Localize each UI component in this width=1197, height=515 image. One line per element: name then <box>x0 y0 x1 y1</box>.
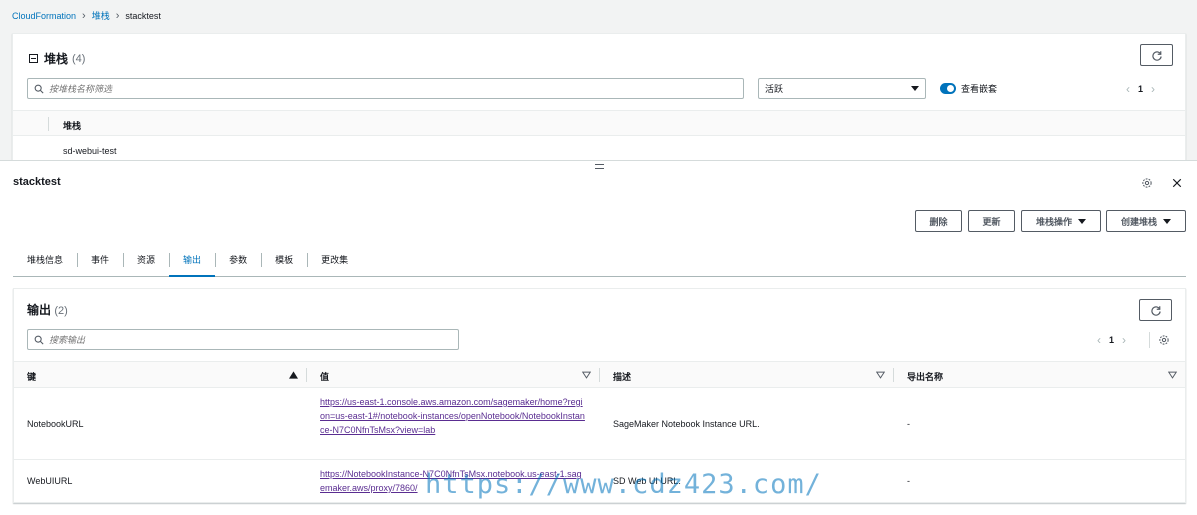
pager-divider <box>1149 332 1150 348</box>
column-header-description[interactable]: 描述 <box>613 370 631 383</box>
stacks-page-number[interactable]: 1 <box>1138 84 1143 94</box>
refresh-outputs-button[interactable] <box>1139 299 1172 321</box>
stacks-search-input[interactable] <box>49 83 688 94</box>
output-export-name: - <box>907 476 910 486</box>
tab-parameters[interactable]: 参数 <box>215 243 261 276</box>
tab-events[interactable]: 事件 <box>77 243 123 276</box>
tab-change-sets[interactable]: 更改集 <box>307 243 362 276</box>
chevron-right-icon: › <box>82 9 86 22</box>
tab-template[interactable]: 模板 <box>261 243 307 276</box>
caret-down-icon <box>1163 218 1171 224</box>
search-icon <box>34 84 44 94</box>
caret-down-icon <box>911 86 919 91</box>
output-key: NotebookURL <box>27 419 84 429</box>
stack-status-select[interactable]: 活跃 <box>758 78 926 99</box>
tab-stack-info[interactable]: 堆栈信息 <box>13 243 77 276</box>
output-key: WebUIURL <box>27 476 73 486</box>
breadcrumb-stacks[interactable]: 堆栈 <box>92 9 110 22</box>
stack-status-value: 活跃 <box>765 84 784 94</box>
stack-detail-title: stacktest <box>13 176 61 188</box>
update-button[interactable]: 更新 <box>968 210 1015 232</box>
sort-icon[interactable] <box>876 371 885 379</box>
output-description: SageMaker Notebook Instance URL. <box>613 419 760 429</box>
outputs-count: (2) <box>54 305 68 317</box>
column-header-value[interactable]: 值 <box>320 370 329 383</box>
table-row: NotebookURL https://us-east-1.console.aw… <box>14 388 1185 460</box>
stack-detail-pane: stacktest 删除 更新 堆栈操作 创建堆栈 堆栈信息 事件 资源 输出 … <box>0 160 1197 515</box>
sort-icon[interactable] <box>582 371 591 379</box>
column-divider <box>893 368 894 382</box>
chevron-right-icon[interactable]: › <box>1151 82 1155 96</box>
collapse-icon[interactable] <box>29 54 38 63</box>
stacks-header: 堆栈 (4) <box>29 50 85 67</box>
chevron-left-icon[interactable]: ‹ <box>1126 82 1130 96</box>
stacks-title: 堆栈 <box>44 52 69 66</box>
stack-actions-button[interactable]: 堆栈操作 <box>1021 210 1101 232</box>
breadcrumb: CloudFormation › 堆栈 › stacktest <box>12 9 161 22</box>
nested-toggle-label: 查看嵌套 <box>961 84 998 94</box>
output-value-link[interactable]: https://us-east-1.console.aws.amazon.com… <box>320 395 585 437</box>
close-icon[interactable] <box>1171 177 1183 189</box>
caret-down-icon <box>1078 218 1086 224</box>
column-header-export-name[interactable]: 导出名称 <box>907 370 943 383</box>
chevron-right-icon[interactable]: › <box>1122 333 1126 347</box>
stacks-panel: 堆栈 (4) 活跃 查看嵌套 ‹ 1 › 堆栈 sd-webui-test <box>12 33 1186 173</box>
drag-handle-icon[interactable] <box>595 164 604 169</box>
outputs-table-header: 键 值 描述 导出名称 <box>14 361 1185 388</box>
outputs-pagination: ‹ 1 › <box>1089 333 1134 347</box>
outputs-search-input[interactable] <box>49 334 431 345</box>
stacks-table-header: 堆栈 <box>13 110 1185 136</box>
stacks-count: (4) <box>72 52 86 65</box>
chevron-left-icon[interactable]: ‹ <box>1097 333 1101 347</box>
search-icon <box>34 335 44 345</box>
breadcrumb-current: stacktest <box>125 10 161 21</box>
column-divider <box>48 117 49 131</box>
stacks-list-area: CloudFormation › 堆栈 › stacktest 堆栈 (4) 活… <box>0 0 1197 173</box>
outputs-title: 输出 (2) <box>27 301 68 318</box>
stack-detail-tabs: 堆栈信息 事件 资源 输出 参数 模板 更改集 <box>13 243 1186 277</box>
stacks-column-header[interactable]: 堆栈 <box>63 119 81 132</box>
watermark: https://www.cdz423.com/ <box>425 469 822 500</box>
column-divider <box>599 368 600 382</box>
stacks-pagination: ‹ 1 › <box>1118 82 1163 96</box>
output-export-name: - <box>907 419 910 429</box>
stack-actions-label: 堆栈操作 <box>1035 216 1072 227</box>
nested-toggle[interactable]: 查看嵌套 <box>940 82 997 95</box>
table-row[interactable]: sd-webui-test <box>63 146 117 156</box>
outputs-search-field[interactable] <box>27 329 459 350</box>
outputs-page-number[interactable]: 1 <box>1109 335 1114 345</box>
chevron-right-icon: › <box>115 9 120 22</box>
outputs-title-text: 输出 <box>27 303 52 317</box>
delete-button[interactable]: 删除 <box>915 210 962 232</box>
column-divider <box>306 368 307 382</box>
refresh-icon <box>1150 306 1161 316</box>
sort-ascending-icon[interactable] <box>289 371 298 379</box>
toggle-switch[interactable] <box>940 83 956 94</box>
gear-icon[interactable] <box>1158 334 1170 346</box>
refresh-stacks-button[interactable] <box>1140 44 1173 66</box>
breadcrumb-cloudformation[interactable]: CloudFormation <box>12 11 76 21</box>
sort-icon[interactable] <box>1168 371 1177 379</box>
tab-outputs[interactable]: 输出 <box>169 243 216 277</box>
create-stack-label: 创建堆栈 <box>1120 216 1157 227</box>
column-header-key[interactable]: 键 <box>27 370 36 383</box>
gear-icon[interactable] <box>1141 177 1153 189</box>
refresh-icon <box>1151 51 1162 61</box>
tab-resources[interactable]: 资源 <box>123 243 169 276</box>
create-stack-button[interactable]: 创建堆栈 <box>1106 210 1186 232</box>
stacks-search-field[interactable] <box>27 78 744 99</box>
